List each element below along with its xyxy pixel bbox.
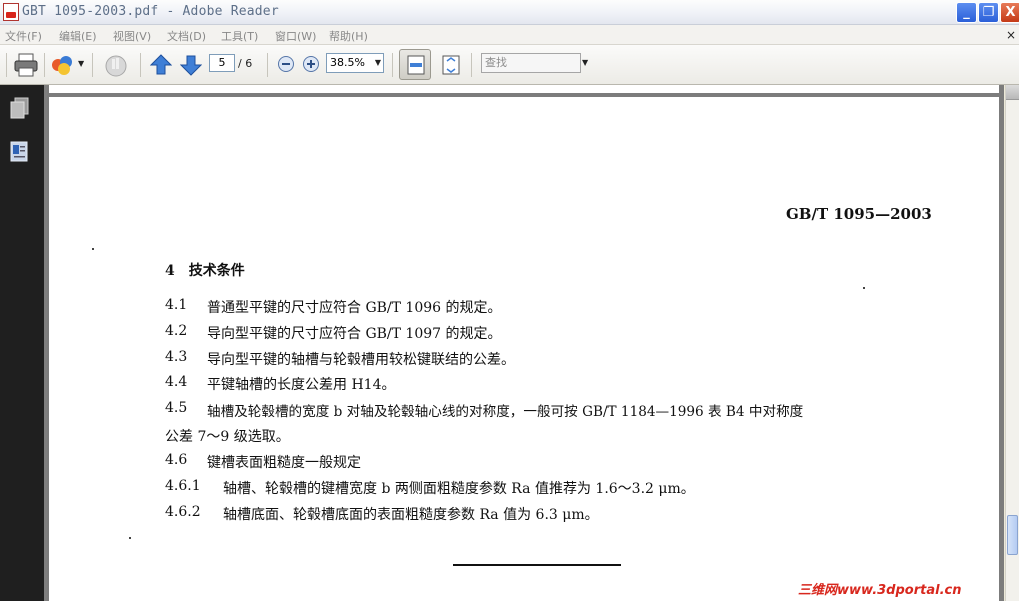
clause-text: 键槽表面粗糙度一般规定 <box>207 455 361 471</box>
section-title: 4 技术条件 <box>165 263 245 279</box>
site-watermark: 三维网www.3dportal.cn <box>798 583 962 598</box>
document-viewport[interactable]: GB/T 1095—2003 4 技术条件 4.1 普通型平键的尺寸应符合 GB… <box>47 85 1004 601</box>
menu-bar: 文件(F) 编辑(E) 视图(V) 文档(D) 工具(T) 窗口(W) 帮助(H… <box>0 25 1019 45</box>
standard-code: GB/T 1095—2003 <box>786 205 932 223</box>
document-close-icon[interactable]: × <box>1006 28 1016 42</box>
previous-page-bottom <box>49 85 999 93</box>
pages-icon[interactable] <box>9 97 31 121</box>
toolbar-grip <box>6 53 7 77</box>
search-dropdown-icon[interactable]: ▼ <box>582 58 588 67</box>
search-input[interactable]: 查找 <box>481 53 581 73</box>
menu-view[interactable]: 视图(V) <box>113 28 151 44</box>
page-total-label: / 6 <box>238 57 253 70</box>
scroll-thumb[interactable] <box>1007 515 1018 555</box>
menu-window[interactable]: 窗口(W) <box>275 28 316 44</box>
scan-speck <box>129 537 131 539</box>
navigation-sidebar <box>0 85 44 601</box>
print-icon[interactable] <box>13 53 39 77</box>
zoom-in-icon[interactable] <box>302 55 320 73</box>
clause-text: 轴槽及轮毂槽的宽度 b 对轴及轮毂轴心线的对称度，一般可按 GB/T 1184—… <box>207 404 804 420</box>
share-icon[interactable] <box>50 53 76 77</box>
clause-number: 4.1 <box>165 297 188 313</box>
scroll-up-button[interactable] <box>1006 85 1019 100</box>
page-number-input[interactable]: 5 <box>209 54 235 72</box>
clause-continuation: 公差 7～9 级选取。 <box>165 429 290 445</box>
zoom-out-icon[interactable] <box>277 55 295 73</box>
minimize-button[interactable]: _ <box>956 2 977 23</box>
end-rule <box>453 564 621 566</box>
clause-number: 4.4 <box>165 374 188 390</box>
menu-tools[interactable]: 工具(T) <box>221 28 258 44</box>
clause-number: 4.6.1 <box>165 478 201 494</box>
clause-text: 平键轴槽的长度公差用 H14。 <box>207 377 396 393</box>
clause-number: 4.3 <box>165 349 188 365</box>
vertical-scrollbar[interactable] <box>1005 85 1019 601</box>
clause-text: 普通型平键的尺寸应符合 GB/T 1096 的规定。 <box>207 300 502 316</box>
clause-text: 导向型平键的尺寸应符合 GB/T 1097 的规定。 <box>207 326 502 342</box>
clause-number: 4.6.2 <box>165 504 201 520</box>
zoom-select[interactable]: 38.5% ▼ <box>326 53 384 73</box>
zoom-value: 38.5% <box>330 56 365 69</box>
scan-speck <box>863 287 865 289</box>
prev-page-icon[interactable] <box>150 53 172 77</box>
pdf-app-icon <box>3 3 19 21</box>
maximize-button[interactable]: ❐ <box>978 2 999 23</box>
fit-width-icon <box>407 55 425 75</box>
title-bar: GBT 1095-2003.pdf - Adobe Reader _ ❐ X <box>0 0 1019 25</box>
clause-number: 4.2 <box>165 323 188 339</box>
clause-text: 轴槽底面、轮毂槽底面的表面粗糙度参数 Ra 值为 6.3 μm。 <box>223 507 599 523</box>
scan-speck <box>92 248 94 250</box>
pdf-page: GB/T 1095—2003 4 技术条件 4.1 普通型平键的尺寸应符合 GB… <box>49 97 999 601</box>
toolbar: ▼ 5 / 6 38.5% ▼ 查找 ▼ <box>0 45 1019 85</box>
hand-icon[interactable] <box>103 52 129 78</box>
fit-page-icon[interactable] <box>440 54 462 76</box>
clause-text: 轴槽、轮毂槽的键槽宽度 b 两侧面粗糙度参数 Ra 值推荐为 1.6～3.2 μ… <box>223 481 695 497</box>
bookmarks-icon[interactable] <box>9 140 31 164</box>
window-title: GBT 1095-2003.pdf - Adobe Reader <box>22 4 279 19</box>
next-page-icon[interactable] <box>180 53 202 77</box>
menu-document[interactable]: 文档(D) <box>167 28 206 44</box>
menu-edit[interactable]: 编辑(E) <box>59 28 97 44</box>
clause-number: 4.6 <box>165 452 188 468</box>
clause-text: 导向型平键的轴槽与轮毂槽用较松键联结的公差。 <box>207 352 515 368</box>
menu-file[interactable]: 文件(F) <box>5 28 42 44</box>
fit-width-button[interactable] <box>399 49 431 80</box>
chevron-down-icon[interactable]: ▼ <box>375 54 381 72</box>
menu-help[interactable]: 帮助(H) <box>329 28 368 44</box>
close-button[interactable]: X <box>1000 2 1019 23</box>
share-dropdown-icon[interactable]: ▼ <box>78 59 84 68</box>
clause-number: 4.5 <box>165 400 188 416</box>
